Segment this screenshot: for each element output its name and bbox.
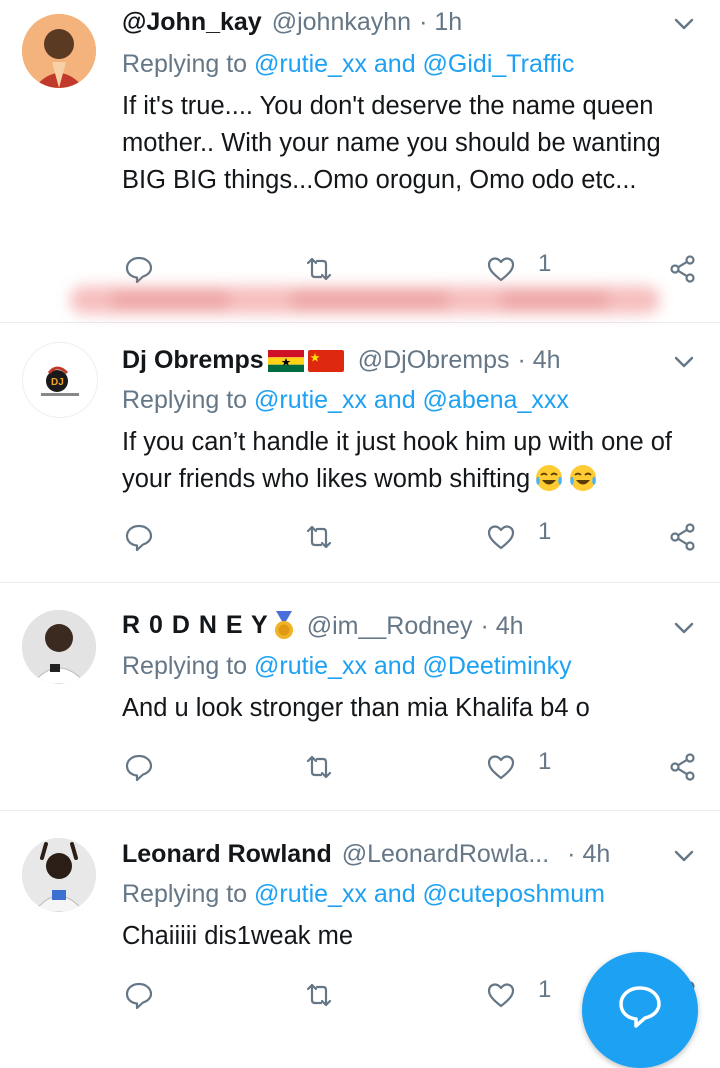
tears-of-joy-emoji xyxy=(536,465,563,491)
user-handle[interactable]: @im__Rodney xyxy=(307,612,473,641)
ghana-flag-icon xyxy=(267,349,304,372)
replying-to: Replying to @rutie_xx and @cuteposhmum xyxy=(122,880,605,908)
chevron-down-icon[interactable] xyxy=(670,10,698,38)
share-icon[interactable] xyxy=(668,254,698,284)
tweet-text: Chaiiiii dis1weak me xyxy=(122,922,354,950)
user-handle[interactable]: @johnkayhn xyxy=(272,8,411,37)
svg-text:DJ: DJ xyxy=(51,377,64,388)
tears-of-joy-emoji xyxy=(570,465,597,491)
tweet-header: Leonard Rowland @LeonardRowla... · 4h xyxy=(122,836,610,872)
tweet-header: R 0 D N E Y @im__Rodney · 4h xyxy=(122,608,524,644)
tweet[interactable]: R 0 D N E Y @im__Rodney · 4h Replying to… xyxy=(0,582,720,811)
tweet-text: If you can’t handle it just hook him up … xyxy=(122,428,672,493)
avatar[interactable]: DJ xyxy=(22,342,98,418)
display-name[interactable]: Leonard Rowland xyxy=(122,840,332,869)
share-icon[interactable] xyxy=(668,522,698,552)
timestamp: · 1h xyxy=(419,7,463,36)
like-icon[interactable] xyxy=(486,980,516,1010)
redacted-text xyxy=(70,286,660,314)
chevron-down-icon[interactable] xyxy=(670,842,698,870)
reply-icon[interactable] xyxy=(124,752,154,782)
like-count: 1 xyxy=(538,748,552,775)
tweet-actions: 1 xyxy=(0,746,720,786)
replying-to: Replying to @rutie_xx and @Deetiminky xyxy=(122,652,572,680)
display-name[interactable]: Dj Obremps xyxy=(122,346,344,375)
user-handle[interactable]: @LeonardRowla... xyxy=(342,840,549,869)
tweet-header: Dj Obremps @DjObremps · 4h xyxy=(122,342,561,378)
tweet[interactable]: DJ Dj Obremps @DjObremps · 4h Replying t… xyxy=(0,322,720,583)
retweet-icon[interactable] xyxy=(304,752,334,782)
timestamp: · 4h xyxy=(517,345,561,374)
like-count: 1 xyxy=(538,250,552,277)
like-icon[interactable] xyxy=(486,752,516,782)
avatar[interactable] xyxy=(22,838,96,912)
compose-button[interactable] xyxy=(582,952,698,1068)
replying-to: Replying to @rutie_xx and @Gidi_Traffic xyxy=(122,50,575,78)
tweet-text: If it's true.... You don't deserve the n… xyxy=(122,92,661,194)
reply-icon[interactable] xyxy=(124,980,154,1010)
tweet-header: @John_kay @johnkayhn · 1h xyxy=(122,4,462,40)
tweet[interactable]: @John_kay @johnkayhn · 1h Replying to @r… xyxy=(0,0,720,323)
display-name[interactable]: R 0 D N E Y xyxy=(122,611,297,641)
tweet-actions: 1 xyxy=(0,516,720,556)
china-flag-icon xyxy=(307,349,344,372)
timestamp: · 4h xyxy=(567,839,611,868)
user-handle[interactable]: @DjObremps xyxy=(358,346,510,375)
display-name[interactable]: @John_kay xyxy=(122,8,262,37)
retweet-icon[interactable] xyxy=(304,980,334,1010)
avatar[interactable] xyxy=(22,610,96,684)
reply-mentions[interactable]: @rutie_xx and @Deetiminky xyxy=(254,652,572,680)
chevron-down-icon[interactable] xyxy=(670,348,698,376)
like-count: 1 xyxy=(538,518,552,545)
like-count: 1 xyxy=(538,976,552,1003)
medal-icon xyxy=(274,611,293,640)
reply-mentions[interactable]: @rutie_xx and @cuteposhmum xyxy=(254,880,605,908)
reply-icon[interactable] xyxy=(124,522,154,552)
reply-mentions[interactable]: @rutie_xx and @Gidi_Traffic xyxy=(254,50,574,78)
chevron-down-icon[interactable] xyxy=(670,614,698,642)
like-icon[interactable] xyxy=(486,522,516,552)
timestamp: · 4h xyxy=(480,611,524,640)
replying-to: Replying to @rutie_xx and @abena_xxx xyxy=(122,386,569,414)
retweet-icon[interactable] xyxy=(304,522,334,552)
tweet-text: And u look stronger than mia Khalifa b4 … xyxy=(122,694,590,722)
share-icon[interactable] xyxy=(668,752,698,782)
avatar[interactable] xyxy=(22,14,96,88)
reply-mentions[interactable]: @rutie_xx and @abena_xxx xyxy=(254,386,569,414)
